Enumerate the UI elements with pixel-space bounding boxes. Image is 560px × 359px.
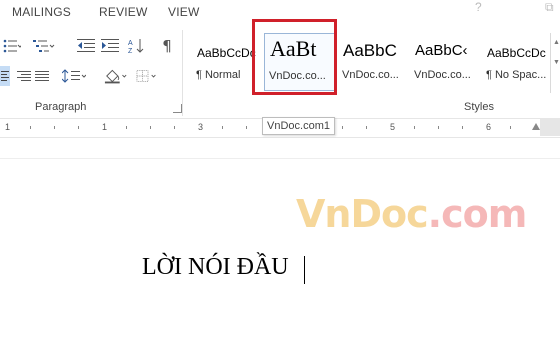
ruler-tick [438,126,439,129]
svg-text:Z: Z [128,48,133,54]
ruler-number: 6 [486,122,492,132]
tab-view[interactable]: VIEW [168,5,199,19]
style-tooltip: VnDoc.com1 [262,117,335,135]
watermark-logo: VnDoc.com [296,192,528,236]
ruler-tick [150,126,151,129]
tab-review[interactable]: REVIEW [99,5,148,19]
svg-text:A: A [128,40,133,47]
ruler-number: 1 [5,122,11,132]
increase-indent-icon[interactable] [98,36,122,56]
help-icon[interactable]: ? [475,0,482,14]
group-separator [182,30,183,116]
ruler-tick [30,126,31,129]
style-preview: AaBbC‹ [415,42,468,59]
scroll-up-icon[interactable]: ▲ [553,39,560,46]
highlight-annotation [252,19,337,95]
ruler-number: 3 [198,122,204,132]
bullets-icon[interactable] [0,36,24,56]
tab-mailings[interactable]: MAILINGS [12,5,71,19]
style-name: VnDoc.co... [414,69,471,81]
align-left-icon[interactable] [0,66,10,86]
style-preview: AaBbC [343,41,397,60]
paragraph-dialog-launcher-icon[interactable] [173,104,182,113]
multilevel-list-icon[interactable] [32,36,56,56]
style-vndoc-2[interactable]: AaBbC VnDoc.co... [338,33,410,91]
ruler-tick [414,126,415,129]
scroll-down-icon[interactable]: ▼ [553,59,560,66]
text-cursor [304,256,305,284]
ruler-number: 1 [102,122,108,132]
ruler-tick [54,126,55,129]
style-name: ¶ Normal [196,69,241,81]
restore-icon[interactable]: ⧉ [545,0,554,15]
decrease-indent-icon[interactable] [74,36,98,56]
style-no-spacing[interactable]: AaBbCcDc ¶ No Spac... [482,33,554,91]
style-name: ¶ No Spac... [486,69,547,81]
ruler-tick [246,126,247,129]
styles-group-label: Styles [464,101,494,113]
style-preview: AaBbCcDc [487,46,546,60]
line-spacing-icon[interactable] [62,66,86,86]
ruler-tick [174,126,175,129]
ruler-tick [222,126,223,129]
watermark-part-1: VnDoc [296,192,429,236]
borders-icon[interactable] [136,66,160,86]
sort-icon[interactable]: AZ [125,36,149,56]
ruler-tick [126,126,127,129]
shading-icon[interactable] [104,66,128,86]
ruler-tick [510,126,511,129]
watermark-part-2: .com [427,192,528,236]
right-indent-marker-icon[interactable] [532,123,540,130]
ruler-tick [366,126,367,129]
ruler-margin-area [540,119,560,136]
paragraph-group-label: Paragraph [35,101,87,113]
document-heading[interactable]: LỜI NÓI ĐẦU [142,254,289,281]
style-preview: AaBbCcDc [197,46,256,60]
style-vndoc-3[interactable]: AaBbC‹ VnDoc.co... [410,33,482,91]
ruler-tick [342,126,343,129]
styles-gallery: AaBbCcDc ¶ Normal AaBt VnDoc.co... AaBbC… [188,33,550,93]
justify-icon[interactable] [30,66,54,86]
ruler-tick [78,126,79,129]
ruler-number: 5 [390,122,396,132]
ruler-tick [462,126,463,129]
gallery-scroll[interactable]: ▲ ▼ [550,33,560,93]
style-name: VnDoc.co... [342,69,399,81]
show-formatting-marks-icon[interactable]: ¶ [155,36,179,56]
ribbon: MAILINGS REVIEW VIEW ? ⧉ AZ ¶ Paragraph [0,0,560,118]
